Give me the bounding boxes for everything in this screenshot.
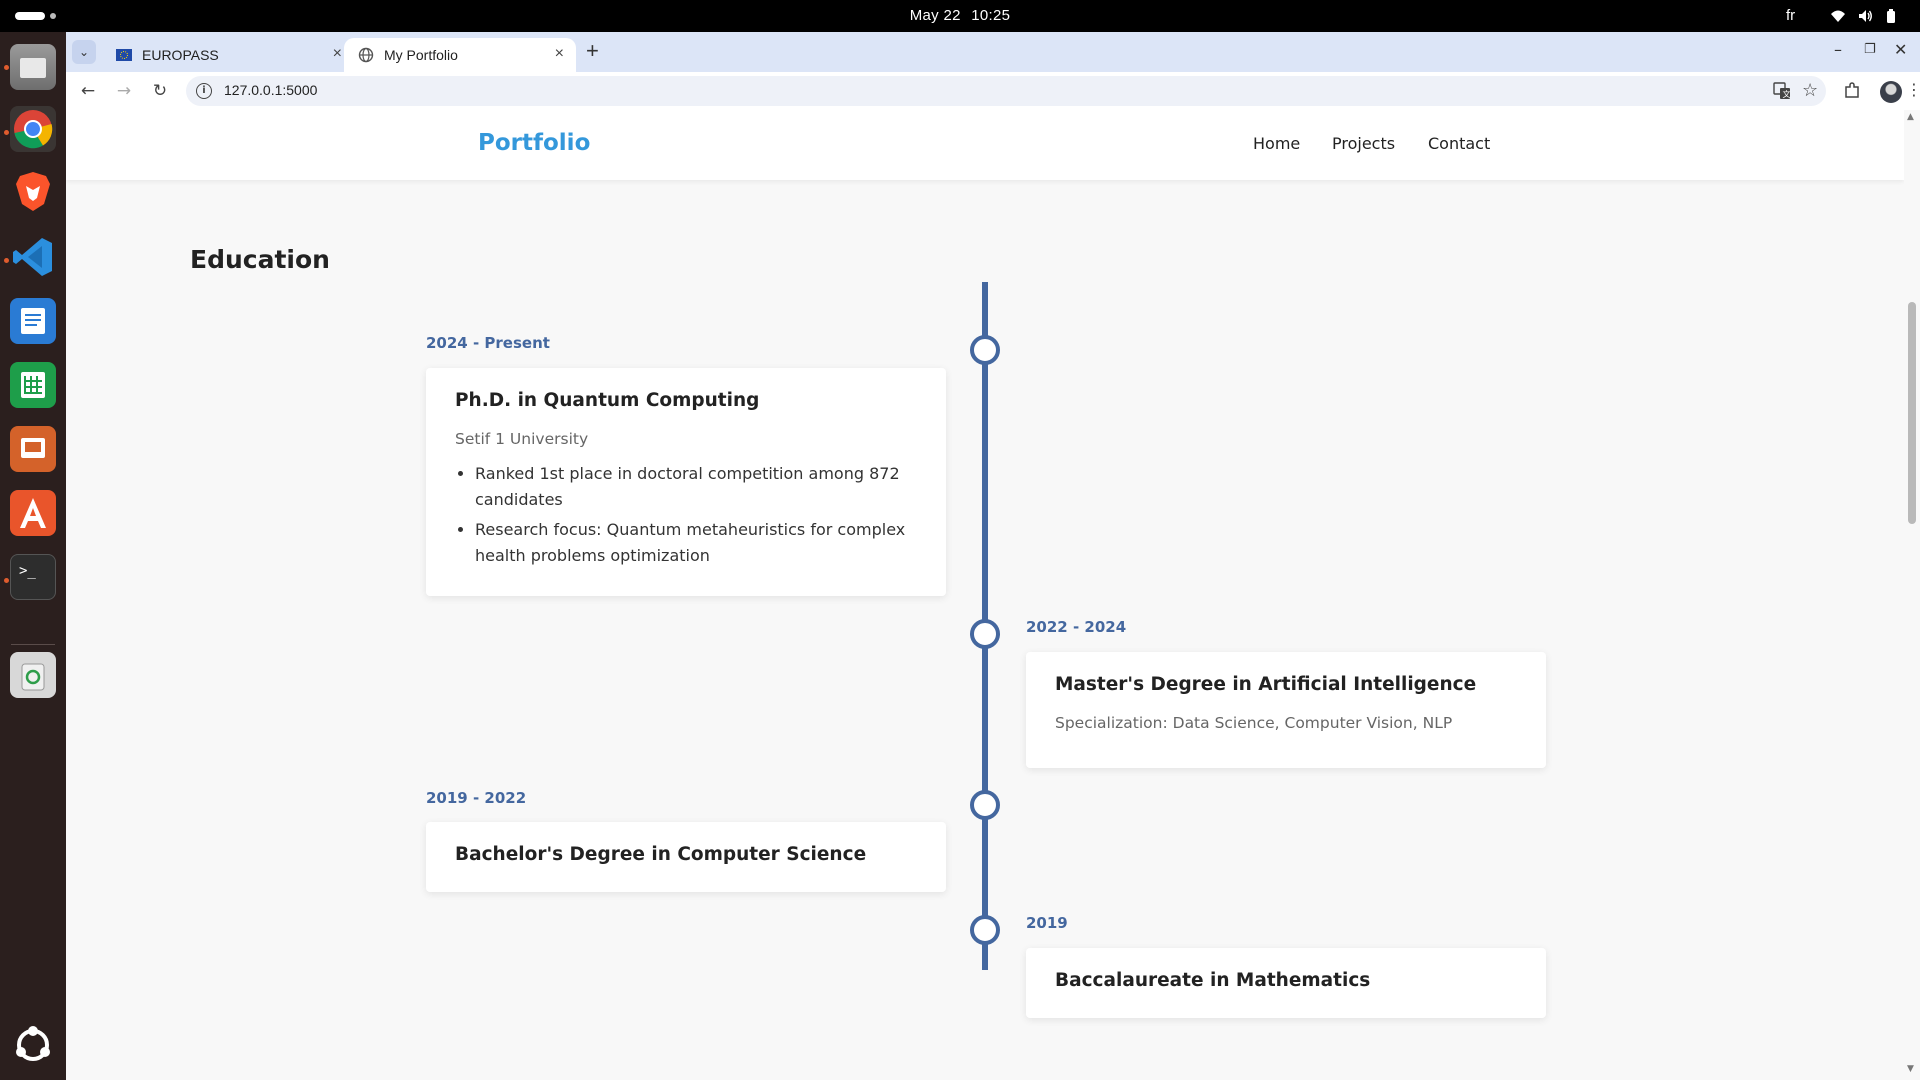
degree-title: Master's Degree in Artificial Intelligen… [1055,674,1477,695]
close-window-icon[interactable]: ✕ [1894,40,1907,59]
education-card: Master's Degree in Artificial Intelligen… [1026,652,1546,768]
timeline-node [970,619,1000,649]
reload-icon[interactable]: ↻ [150,81,170,101]
svg-text:文: 文 [1783,89,1791,99]
address-bar[interactable]: i 127.0.0.1:5000 [186,76,1826,106]
timeline-period: 2019 [1026,914,1068,932]
nav-home[interactable]: Home [1253,134,1300,153]
writer-icon[interactable] [10,298,56,344]
tab-title: EUROPASS [142,47,219,63]
dock-separator [11,644,55,645]
volume-icon[interactable] [1857,8,1873,24]
forward-icon[interactable]: → [114,81,134,101]
tab-my-portfolio[interactable]: My Portfolio × [344,38,576,72]
terminal-icon[interactable]: >_ [10,554,56,600]
timeline-node [970,915,1000,945]
degree-title: Ph.D. in Quantum Computing [455,390,760,411]
app-center-icon[interactable] [10,490,56,536]
brave-icon[interactable] [10,168,56,214]
institution-name: Setif 1 University [455,430,589,448]
scroll-down-arrow-icon[interactable]: ▼ [1907,1064,1914,1074]
calc-icon[interactable] [10,362,56,408]
achievement-list: Ranked 1st place in doctoral competition… [475,461,925,573]
minimize-icon[interactable]: – [1834,40,1842,59]
timeline-period: 2024 - Present [426,334,550,352]
extensions-icon[interactable] [1843,82,1861,104]
eu-flag-icon [116,49,132,61]
globe-icon [358,47,374,63]
education-card: Bachelor's Degree in Computer Science [426,822,946,892]
input-language-indicator[interactable]: fr [1786,7,1795,24]
page-scrollbar[interactable]: ▲ ▼ [1904,110,1920,1080]
nav-projects[interactable]: Projects [1332,134,1395,153]
section-title: Education [190,245,330,274]
education-card: Ph.D. in Quantum Computing Setif 1 Unive… [426,368,946,596]
site-info-icon[interactable]: i [196,83,212,99]
tab-strip: ⌄ EUROPASS × My Portfolio × + – ❐ ✕ [66,32,1920,72]
files-icon[interactable] [10,44,56,90]
page-viewport: Portfolio Home Projects Contact Educatio… [66,110,1920,1080]
close-tab-icon[interactable]: × [555,45,564,63]
vscode-icon[interactable] [10,234,56,280]
degree-title: Bachelor's Degree in Computer Science [455,844,867,865]
timeline-node [970,790,1000,820]
chrome-icon[interactable] [10,106,56,152]
running-indicator [4,65,9,70]
trash-icon[interactable] [10,652,56,698]
scroll-up-arrow-icon[interactable]: ▲ [1907,112,1914,122]
timeline-period: 2022 - 2024 [1026,618,1127,636]
education-card: Baccalaureate in Mathematics [1026,948,1546,1018]
browser-toolbar: ← → ↻ i 127.0.0.1:5000 文 ☆ ⋮ [66,72,1920,110]
show-apps-icon[interactable] [10,1022,56,1068]
timeline-node [970,335,1000,365]
site-header: Portfolio Home Projects Contact [66,110,1904,180]
new-tab-button[interactable]: + [586,38,599,64]
list-item: Research focus: Quantum metaheuristics f… [475,517,925,569]
wifi-icon[interactable] [1830,8,1846,24]
restore-icon[interactable]: ❐ [1864,42,1876,57]
date-label: May 22 [909,7,961,24]
battery-icon[interactable] [1883,8,1899,24]
menu-kebab-icon[interactable]: ⋮ [1906,80,1920,99]
profile-avatar[interactable] [1880,81,1902,103]
clock[interactable]: May 22 10:25 [0,7,1920,24]
tab-search-button[interactable]: ⌄ [72,40,96,64]
specialization-text: Specialization: Data Science, Computer V… [1055,714,1453,732]
scroll-thumb[interactable] [1908,302,1916,524]
impress-icon[interactable] [10,426,56,472]
url-text[interactable]: 127.0.0.1:5000 [224,82,317,98]
list-item: Ranked 1st place in doctoral competition… [475,461,925,513]
tab-title: My Portfolio [384,47,458,63]
site-brand[interactable]: Portfolio [478,130,590,156]
back-icon[interactable]: ← [78,81,98,101]
running-indicator [4,258,9,263]
timeline-period: 2019 - 2022 [426,789,527,807]
time-label: 10:25 [971,7,1011,24]
degree-title: Baccalaureate in Mathematics [1055,970,1371,991]
running-indicator [4,130,9,135]
close-tab-icon[interactable]: × [333,45,342,63]
nav-contact[interactable]: Contact [1428,134,1490,153]
running-indicator [4,578,9,583]
bookmark-star-icon[interactable]: ☆ [1802,80,1818,101]
translate-icon[interactable]: 文 [1773,82,1791,104]
system-top-bar: May 22 10:25 fr [0,0,1920,32]
browser-window: ⌄ EUROPASS × My Portfolio × + – ❐ ✕ ← → … [66,32,1920,1080]
dock: >_ [0,32,66,1080]
